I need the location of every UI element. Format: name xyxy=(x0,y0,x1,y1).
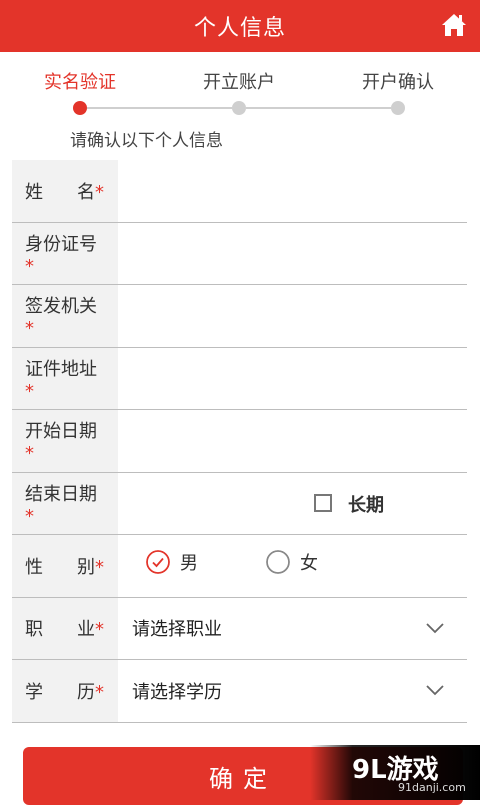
start-date-label: 开始日期* xyxy=(12,410,118,472)
education-placeholder: 请选择学历 xyxy=(132,681,222,703)
name-label: 姓 名* xyxy=(12,160,118,222)
step-connector-2 xyxy=(246,107,391,109)
end-date-row: 结束日期* 长期 xyxy=(12,472,467,535)
gender-row: 性 别* 男 女 xyxy=(12,535,467,598)
long-term-checkbox[interactable] xyxy=(314,493,332,512)
occupation-label: 职 业* xyxy=(12,597,118,659)
personal-info-form: 姓 名* 身份证号* 签发机关* 证件地址* 开始日期* 结束日期* 长期 性 … xyxy=(12,160,467,723)
male-label: 男 xyxy=(180,553,198,574)
required-mark: * xyxy=(95,556,104,578)
female-radio-icon[interactable] xyxy=(266,550,290,574)
male-radio-checked-icon[interactable] xyxy=(146,550,170,574)
id-number-label: 身份证号* xyxy=(12,222,118,284)
step-3-label: 开户确认 xyxy=(362,72,434,93)
issuer-label: 签发机关* xyxy=(12,285,118,347)
issuer-row: 签发机关* xyxy=(12,285,467,348)
chevron-down-icon xyxy=(426,685,444,696)
occupation-row[interactable]: 职 业* 请选择职业 xyxy=(12,597,467,660)
required-mark: * xyxy=(25,443,34,465)
address-label-text: 证件地址 xyxy=(25,358,97,380)
required-mark: * xyxy=(25,505,34,527)
required-mark: * xyxy=(95,181,104,203)
id-number-field[interactable] xyxy=(118,223,467,285)
occupation-select[interactable]: 请选择职业 xyxy=(118,598,467,660)
gender-field: 男 女 xyxy=(118,535,467,597)
home-icon[interactable] xyxy=(440,11,468,39)
id-number-label-text: 身份证号 xyxy=(25,233,97,255)
step-2-label: 开立账户 xyxy=(203,72,275,93)
name-label-char-2: 名 xyxy=(77,181,95,203)
address-row: 证件地址* xyxy=(12,347,467,410)
name-row: 姓 名* xyxy=(12,160,467,223)
education-label-char-2: 历 xyxy=(77,681,95,703)
page-title: 个人信息 xyxy=(193,16,286,41)
step-1-dot xyxy=(73,101,87,115)
id-number-row: 身份证号* xyxy=(12,222,467,285)
required-mark: * xyxy=(95,681,104,703)
required-mark: * xyxy=(95,619,104,641)
end-date-label-text: 结束日期 xyxy=(25,483,97,505)
occupation-placeholder: 请选择职业 xyxy=(132,619,222,641)
step-1-label: 实名验证 xyxy=(44,72,116,93)
education-label: 学 历* xyxy=(12,660,118,722)
female-label: 女 xyxy=(300,553,318,574)
name-field[interactable] xyxy=(118,160,467,222)
occupation-label-char-1: 职 xyxy=(25,619,43,641)
gender-label-char-2: 别 xyxy=(77,556,95,578)
required-mark: * xyxy=(25,318,34,340)
end-date-field[interactable]: 长期 xyxy=(118,473,467,535)
address-label: 证件地址* xyxy=(12,347,118,409)
name-label-char-1: 姓 xyxy=(25,181,43,203)
start-date-row: 开始日期* xyxy=(12,410,467,473)
required-mark: * xyxy=(25,255,34,277)
start-date-field[interactable] xyxy=(118,410,467,472)
gender-label: 性 别* xyxy=(12,535,118,597)
education-label-char-1: 学 xyxy=(25,681,43,703)
chevron-down-icon xyxy=(426,622,444,633)
issuer-label-text: 签发机关 xyxy=(25,296,97,318)
address-field[interactable] xyxy=(118,348,467,410)
long-term-label: 长期 xyxy=(348,494,384,516)
step-3-dot xyxy=(391,101,405,115)
header-bar: 个人信息 xyxy=(0,0,480,52)
watermark-logo: 9L游戏 91danji.com xyxy=(310,745,480,800)
education-row[interactable]: 学 历* 请选择学历 xyxy=(12,660,467,723)
watermark-url: 91danji.com xyxy=(398,781,466,794)
education-select[interactable]: 请选择学历 xyxy=(118,660,467,722)
start-date-label-text: 开始日期 xyxy=(25,421,97,443)
issuer-field[interactable] xyxy=(118,285,467,347)
step-connector-1 xyxy=(87,107,232,109)
end-date-label: 结束日期* xyxy=(12,472,118,534)
occupation-label-char-2: 业 xyxy=(77,619,95,641)
gender-label-char-1: 性 xyxy=(25,556,43,578)
confirm-hint: 请确认以下个人信息 xyxy=(70,131,223,151)
step-2-dot xyxy=(232,101,246,115)
required-mark: * xyxy=(25,380,34,402)
